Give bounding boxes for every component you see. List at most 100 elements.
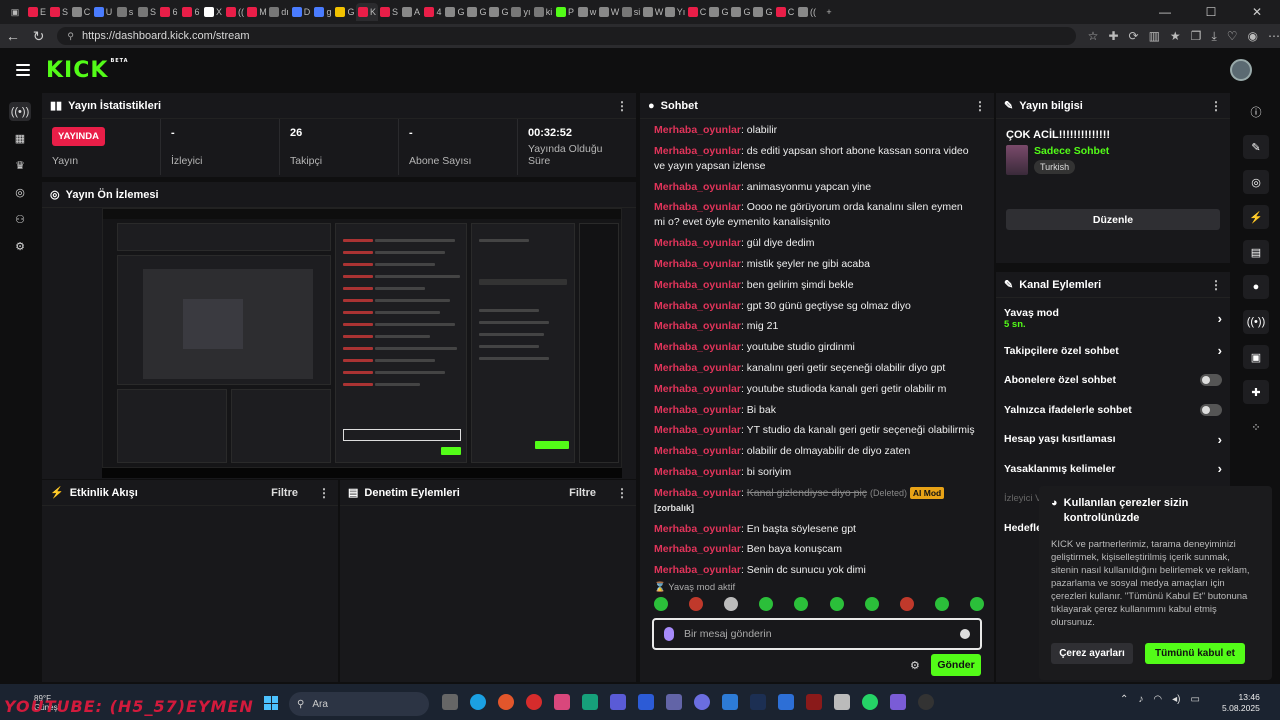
category-name[interactable]: Sadece Sohbet: [1034, 145, 1109, 157]
chat-username[interactable]: Merhaba_oyunlar: [654, 383, 741, 395]
moderation-filter-button[interactable]: Filtre: [569, 487, 596, 499]
browser-tab[interactable]: G: [488, 3, 510, 21]
chat-username[interactable]: Merhaba_oyunlar: [654, 181, 741, 193]
wrench-icon[interactable]: ✚: [1243, 380, 1269, 404]
broadcast-icon[interactable]: ((•)): [1243, 310, 1269, 334]
browser-tab[interactable]: w: [576, 3, 598, 21]
chat-message[interactable]: Merhaba_oyunlar: Bi bak: [654, 403, 976, 418]
address-bar[interactable]: ⚲ https://dashboard.kick.com/stream: [57, 27, 1076, 45]
chat-username[interactable]: Merhaba_oyunlar: [654, 237, 741, 249]
browser-tab[interactable]: ((: [224, 3, 246, 21]
chat-username[interactable]: Merhaba_oyunlar: [654, 201, 741, 213]
taskbar-clock[interactable]: 13:46 5.08.2025: [1222, 692, 1260, 714]
chat-message[interactable]: Merhaba_oyunlar: ben gelirim şimdi bekle: [654, 278, 976, 293]
browser-tab[interactable]: dı: [268, 3, 290, 21]
taskbar-search[interactable]: ⚲ Ara: [289, 692, 429, 716]
chat-username[interactable]: Merhaba_oyunlar: [654, 543, 741, 555]
chat-message[interactable]: Merhaba_oyunlar: Ben baya konuşcam: [654, 542, 976, 557]
collections-icon[interactable]: ❐: [1191, 29, 1202, 44]
kick-logo[interactable]: KICK BETA: [46, 58, 129, 83]
app-icon[interactable]: [498, 694, 514, 710]
browser-tab[interactable]: G: [708, 3, 730, 21]
apps-icon[interactable]: ⁘: [1243, 415, 1269, 439]
browser-tab[interactable]: C: [686, 3, 708, 21]
site-info-icon[interactable]: ⚲: [67, 31, 74, 42]
chat-username[interactable]: Merhaba_oyunlar: [654, 424, 741, 436]
chat-message[interactable]: Merhaba_oyunlar: youtube studioda kanalı…: [654, 382, 976, 397]
browser-tab[interactable]: S: [378, 3, 400, 21]
action-account-age[interactable]: Hesap yaşı kısıtlaması ›: [996, 425, 1230, 455]
emote-icon[interactable]: [934, 597, 949, 611]
chat-settings-icon[interactable]: ⚙: [910, 659, 920, 672]
lightning-icon[interactable]: ⚡: [1243, 205, 1269, 229]
edit-pencil-icon[interactable]: ✎: [1243, 135, 1269, 159]
volume-icon[interactable]: ◂): [1172, 694, 1180, 705]
browser-tab[interactable]: D: [290, 3, 312, 21]
chat-message[interactable]: Merhaba_oyunlar: kanalını geri getir seç…: [654, 361, 976, 376]
chat-message[interactable]: Merhaba_oyunlar: Senin dc sunucu yok dim…: [654, 563, 976, 578]
browser-tab[interactable]: ((: [796, 3, 818, 21]
chat-username[interactable]: Merhaba_oyunlar: [654, 145, 741, 157]
browser-tab[interactable]: ki: [532, 3, 554, 21]
teams-icon[interactable]: [666, 694, 682, 710]
battery-icon[interactable]: ▭: [1190, 694, 1199, 705]
microphone-icon[interactable]: [664, 627, 674, 641]
chat-message[interactable]: Merhaba_oyunlar: olabilir de olmayabilir…: [654, 444, 976, 459]
cookie-settings-button[interactable]: Çerez ayarları: [1051, 643, 1133, 664]
trophy-icon[interactable]: ♛: [9, 156, 31, 175]
chat-message[interactable]: Merhaba_oyunlar: YT studio da kanalı ger…: [654, 423, 976, 438]
layout-icon[interactable]: ▣: [1243, 345, 1269, 369]
browser-tab[interactable]: C: [70, 3, 92, 21]
moderation-more-icon[interactable]: ⋮: [616, 486, 628, 500]
new-tab-button[interactable]: +: [818, 3, 840, 21]
chat-message[interactable]: Merhaba_oyunlar: animasyonmu yapcan yine: [654, 180, 976, 195]
emote-icon[interactable]: [899, 597, 914, 611]
chat-message[interactable]: Merhaba_oyunlar: mig 21: [654, 319, 976, 334]
emote-icon[interactable]: [864, 597, 879, 611]
browser-tab[interactable]: G: [730, 3, 752, 21]
profile-icon[interactable]: ◉: [1248, 29, 1258, 44]
refresh-icon[interactable]: ⟳: [1129, 29, 1139, 44]
emoji-icon[interactable]: [960, 629, 970, 639]
chat-username[interactable]: Merhaba_oyunlar: [654, 279, 741, 291]
chat-username[interactable]: Merhaba_oyunlar: [654, 404, 741, 416]
mic-icon[interactable]: ♪: [1138, 694, 1143, 705]
dashboard-icon[interactable]: ▦: [9, 129, 31, 148]
chat-message[interactable]: Merhaba_oyunlar: mistik şeyler ne gibi a…: [654, 257, 976, 272]
workspaces-icon[interactable]: ▣: [4, 3, 26, 21]
browser-tab[interactable]: g: [312, 3, 334, 21]
emote-only-toggle[interactable]: [1200, 403, 1222, 416]
browser-tab[interactable]: G: [444, 3, 466, 21]
chat-username[interactable]: Merhaba_oyunlar: [654, 362, 741, 374]
store-icon[interactable]: [722, 694, 738, 710]
browser-tab[interactable]: si: [620, 3, 642, 21]
copilot-icon[interactable]: ♡: [1227, 29, 1238, 44]
teams-icon[interactable]: [610, 694, 626, 710]
chat-username[interactable]: Merhaba_oyunlar: [654, 487, 741, 499]
animate-icon[interactable]: [806, 694, 822, 710]
chat-more-icon[interactable]: ⋮: [974, 99, 986, 113]
chat-message[interactable]: Merhaba_oyunlar: gpt 30 günü geçtiyse sg…: [654, 299, 976, 314]
chat-username[interactable]: Merhaba_oyunlar: [654, 258, 741, 270]
chat-message-list[interactable]: Merhaba_oyunlar: olabilir Merhaba_oyunlar…: [640, 119, 990, 584]
chevron-up-icon[interactable]: ⌃: [1120, 694, 1128, 705]
browser-tab[interactable]: C: [774, 3, 796, 21]
chat-message[interactable]: Merhaba_oyunlar: bi soriyim: [654, 465, 976, 480]
chat-username[interactable]: Merhaba_oyunlar: [654, 300, 741, 312]
app-icon[interactable]: [778, 694, 794, 710]
browser-tab[interactable]: yı: [510, 3, 532, 21]
app-icon[interactable]: [890, 694, 906, 710]
camera-icon[interactable]: ◎: [9, 183, 31, 202]
chat-username[interactable]: Merhaba_oyunlar: [654, 466, 741, 478]
browser-tab[interactable]: K: [356, 3, 378, 21]
browser-tab[interactable]: S: [136, 3, 158, 21]
browser-tab[interactable]: 6: [158, 3, 180, 21]
chat-message[interactable]: Merhaba_oyunlar: youtube studio girdinmi: [654, 340, 976, 355]
app-icon[interactable]: [582, 694, 598, 710]
menu-dots-icon[interactable]: ⋯: [1268, 29, 1280, 44]
extension-icon[interactable]: ✚: [1108, 29, 1118, 44]
browser-tab[interactable]: E: [26, 3, 48, 21]
wifi-icon[interactable]: ◠: [1153, 694, 1162, 705]
emote-icon[interactable]: [794, 597, 809, 611]
edit-button[interactable]: Düzenle: [1006, 209, 1220, 230]
